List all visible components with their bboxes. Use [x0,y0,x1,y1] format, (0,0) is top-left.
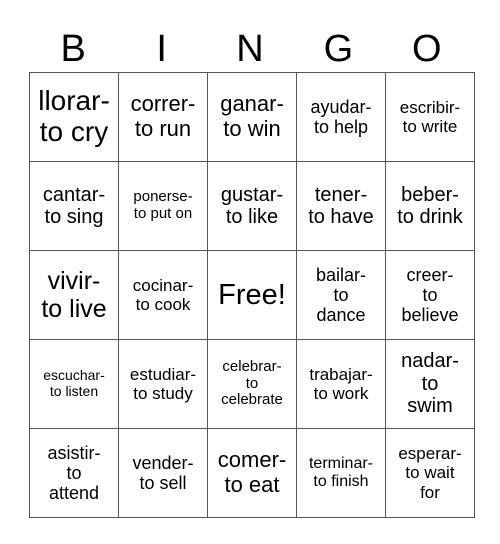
bingo-cell[interactable]: esperar- to wait for [385,428,475,518]
bingo-cell[interactable]: vender- to sell [118,428,208,518]
bingo-cell[interactable]: terminar- to finish [296,428,386,518]
bingo-grid: llorar- to cry correr- to run ganar- to … [29,72,475,518]
bingo-cell[interactable]: vivir- to live [29,250,119,340]
bingo-cell[interactable]: asistir- to attend [29,428,119,518]
bingo-cell[interactable]: tener- to have [296,161,386,251]
bingo-cell[interactable]: nadar- to swim [385,339,475,429]
grid-row: vivir- to live cocinar- to cook Free! ba… [29,250,475,340]
grid-row: escuchar- to listen estudiar- to study c… [29,339,475,429]
bingo-cell[interactable]: correr- to run [118,72,208,162]
bingo-cell[interactable]: estudiar- to study [118,339,208,429]
header-letter-n: N [236,28,264,70]
bingo-cell[interactable]: cantar- to sing [29,161,119,251]
grid-row: cantar- to sing ponerse- to put on gusta… [29,161,475,251]
bingo-cell[interactable]: trabajar- to work [296,339,386,429]
bingo-header: B I N G O [29,26,471,72]
header-letter-g: G [323,28,354,70]
bingo-cell[interactable]: comer- to eat [207,428,297,518]
bingo-cell[interactable]: escribir- to write [385,72,475,162]
bingo-cell[interactable]: cocinar- to cook [118,250,208,340]
bingo-cell[interactable]: celebrar- to celebrate [207,339,297,429]
header-letter-b: B [60,28,86,70]
bingo-cell[interactable]: ponerse- to put on [118,161,208,251]
bingo-cell[interactable]: beber- to drink [385,161,475,251]
header-letter-i: I [156,28,167,70]
bingo-cell[interactable]: ganar- to win [207,72,297,162]
bingo-cell[interactable]: ayudar- to help [296,72,386,162]
bingo-cell[interactable]: bailar- to dance [296,250,386,340]
free-space-cell[interactable]: Free! [207,250,297,340]
bingo-cell[interactable]: gustar- to like [207,161,297,251]
bingo-cell[interactable]: llorar- to cry [29,72,119,162]
header-letter-o: O [412,28,442,70]
bingo-cell[interactable]: escuchar- to listen [29,339,119,429]
grid-row: asistir- to attend vender- to sell comer… [29,428,475,518]
grid-row: llorar- to cry correr- to run ganar- to … [29,72,475,162]
bingo-cell[interactable]: creer- to believe [385,250,475,340]
